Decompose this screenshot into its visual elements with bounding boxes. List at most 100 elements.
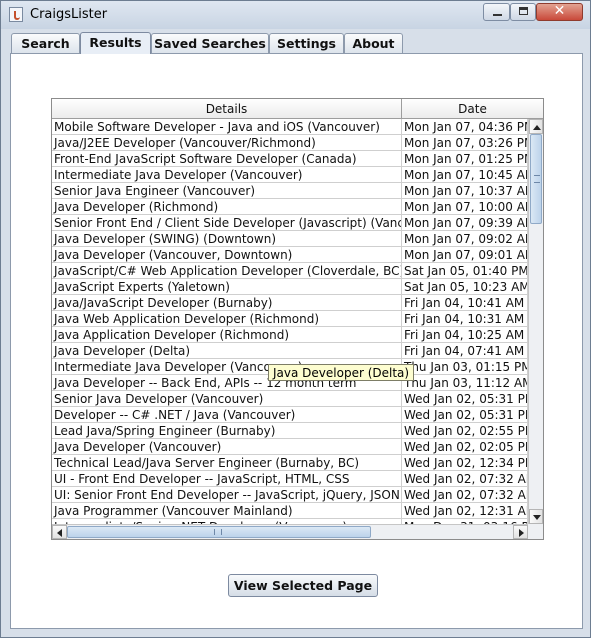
tab-search[interactable]: Search: [11, 33, 80, 53]
table-row[interactable]: Senior Java Engineer (Vancouver) Mon Jan …: [52, 183, 528, 199]
cell-details: Java Web Application Developer (Richmond…: [52, 311, 402, 327]
cell-details: Java Developer (SWING) (Downtown): [52, 231, 402, 247]
horizontal-scroll-thumb[interactable]: [67, 526, 371, 538]
table-row[interactable]: Java Developer (Delta) Fri Jan 04, 07:41 …: [52, 343, 528, 359]
cell-details: Intermediate Java Developer (Vancouver): [52, 167, 402, 183]
table-row[interactable]: Java/JavaScript Developer (Burnaby) Fri J…: [52, 295, 528, 311]
cell-date: Sat Jan 05, 01:40 PM: [402, 263, 528, 279]
table-row[interactable]: Lead Java/Spring Engineer (Burnaby) Wed J…: [52, 423, 528, 439]
cell-details: Mobile Software Developer - Java and iOS…: [52, 119, 402, 135]
cell-details: Java Application Developer (Richmond): [52, 327, 402, 343]
cell-date: Mon Jan 07, 01:25 PM: [402, 151, 528, 167]
scroll-down-button[interactable]: [529, 509, 543, 524]
close-icon: ✕: [553, 3, 566, 19]
cell-details: Java Developer (Vancouver, Downtown): [52, 247, 402, 263]
cell-details: Java/JavaScript Developer (Burnaby): [52, 295, 402, 311]
java-app-icon: [9, 7, 23, 22]
table-row[interactable]: UI: Senior Front End Developer -- JavaSc…: [52, 487, 528, 503]
cell-date: Mon Jan 07, 09:39 AM: [402, 215, 528, 231]
cell-details: Java Programmer (Vancouver Mainland): [52, 503, 402, 519]
cell-details: Technical Lead/Java Server Engineer (Bur…: [52, 455, 402, 471]
maximize-icon: [519, 7, 528, 15]
cell-date: Wed Jan 02, 05:31 PM: [402, 391, 528, 407]
cell-date: Wed Jan 02, 12:34 PM: [402, 455, 528, 471]
table-row[interactable]: Java Developer (Vancouver) Wed Jan 02, 02…: [52, 439, 528, 455]
cell-date: Mon Jan 07, 10:37 AM: [402, 183, 528, 199]
table-row[interactable]: Java Application Developer (Richmond) Fri…: [52, 327, 528, 343]
maximize-button[interactable]: [510, 3, 536, 21]
tooltip: Java Developer (Delta): [268, 364, 415, 381]
minimize-icon: [493, 14, 502, 16]
minimize-button[interactable]: [483, 3, 510, 21]
results-table: Details Date Mobile Software Developer -…: [51, 98, 544, 540]
cell-date: Mon Jan 07, 10:00 AM: [402, 199, 528, 215]
cell-date: Wed Jan 02, 12:31 AM: [402, 503, 528, 519]
vertical-scroll-thumb[interactable]: [530, 134, 542, 224]
table-row[interactable]: Java Web Application Developer (Richmond…: [52, 311, 528, 327]
table-row[interactable]: Mobile Software Developer - Java and iOS…: [52, 119, 528, 135]
cell-date: Thu Jan 03, 01:15 PM: [402, 359, 528, 375]
table-row[interactable]: Technical Lead/Java Server Engineer (Bur…: [52, 455, 528, 471]
cell-date: Mon Jan 07, 04:36 PM: [402, 119, 528, 135]
cell-date: Fri Jan 04, 10:25 AM: [402, 327, 528, 343]
grip-icon: [534, 175, 540, 183]
cell-date: Mon Jan 07, 10:45 AM: [402, 167, 528, 183]
cell-details: UI - Front End Developer -- JavaScript, …: [52, 471, 402, 487]
app-window: CraigsLister ✕ Search Results Saved Sear…: [0, 0, 591, 638]
cell-date: Fri Jan 04, 10:41 AM: [402, 295, 528, 311]
cell-details: Senior Java Developer (Vancouver): [52, 391, 402, 407]
tab-results[interactable]: Results: [80, 32, 151, 54]
column-header-details[interactable]: Details: [52, 99, 402, 119]
vertical-scrollbar[interactable]: [528, 119, 543, 524]
arrow-up-icon: [533, 125, 541, 130]
grip-icon: [214, 529, 222, 535]
table-row[interactable]: JavaScript Experts (Yaletown) Sat Jan 05,…: [52, 279, 528, 295]
table-row[interactable]: Java Developer (SWING) (Downtown) Mon Jan…: [52, 231, 528, 247]
cell-date: Mon Jan 07, 09:02 AM: [402, 231, 528, 247]
table-row[interactable]: Senior Front End / Client Side Developer…: [52, 215, 528, 231]
cell-details: Java Developer (Richmond): [52, 199, 402, 215]
table-row[interactable]: Java Programmer (Vancouver Mainland) Wed …: [52, 503, 528, 519]
cell-details: UI: Senior Front End Developer -- JavaSc…: [52, 487, 402, 503]
tab-settings[interactable]: Settings: [269, 33, 344, 53]
arrow-down-icon: [533, 515, 541, 520]
cell-date: Wed Jan 02, 05:31 PM: [402, 407, 528, 423]
scroll-right-button[interactable]: [513, 525, 528, 539]
table-row[interactable]: Intermediate Java Developer (Vancouver) M…: [52, 167, 528, 183]
cell-date: Wed Jan 02, 02:05 PM: [402, 439, 528, 455]
title-bar[interactable]: CraigsLister ✕: [1, 1, 590, 29]
column-header-date[interactable]: Date: [402, 99, 543, 119]
cell-details: Lead Java/Spring Engineer (Burnaby): [52, 423, 402, 439]
cell-details: Front-End JavaScript Software Developer …: [52, 151, 402, 167]
cell-details: Developer -- C# .NET / Java (Vancouver): [52, 407, 402, 423]
table-row[interactable]: Java Developer (Richmond) Mon Jan 07, 10:…: [52, 199, 528, 215]
cell-date: Mon Jan 07, 03:26 PM: [402, 135, 528, 151]
cell-details: Java/J2EE Developer (Vancouver/Richmond): [52, 135, 402, 151]
cell-date: Fri Jan 04, 07:41 AM: [402, 343, 528, 359]
table-row[interactable]: Developer -- C# .NET / Java (Vancouver) W…: [52, 407, 528, 423]
scroll-left-button[interactable]: [52, 525, 67, 539]
window-title: CraigsLister: [30, 7, 108, 22]
cell-details: Java Developer (Vancouver): [52, 439, 402, 455]
table-row[interactable]: JavaScript/C# Web Application Developer …: [52, 263, 528, 279]
cell-date: Sat Jan 05, 10:23 AM: [402, 279, 528, 295]
cell-date: Wed Jan 02, 07:32 AM: [402, 487, 528, 503]
cell-details: Java Developer (Delta): [52, 343, 402, 359]
close-button[interactable]: ✕: [536, 3, 583, 21]
tab-about[interactable]: About: [344, 33, 403, 53]
view-selected-page-button[interactable]: View Selected Page: [228, 574, 378, 597]
cell-date: Wed Jan 02, 02:55 PM: [402, 423, 528, 439]
cell-details: Senior Java Engineer (Vancouver): [52, 183, 402, 199]
table-row[interactable]: Front-End JavaScript Software Developer …: [52, 151, 528, 167]
scroll-up-button[interactable]: [529, 119, 543, 134]
table-row[interactable]: Java/J2EE Developer (Vancouver/Richmond)…: [52, 135, 528, 151]
table-row[interactable]: Senior Java Developer (Vancouver) Wed Jan…: [52, 391, 528, 407]
cell-date: Wed Jan 02, 07:32 AM: [402, 471, 528, 487]
tab-saved-searches[interactable]: Saved Searches: [151, 33, 269, 53]
cell-details: Senior Front End / Client Side Developer…: [52, 215, 402, 231]
table-row[interactable]: UI - Front End Developer -- JavaScript, …: [52, 471, 528, 487]
table-row[interactable]: Java Developer (Vancouver, Downtown) Mon …: [52, 247, 528, 263]
cell-date: Fri Jan 04, 10:31 AM: [402, 311, 528, 327]
horizontal-scrollbar[interactable]: [52, 524, 528, 539]
scroll-corner: [528, 524, 543, 539]
